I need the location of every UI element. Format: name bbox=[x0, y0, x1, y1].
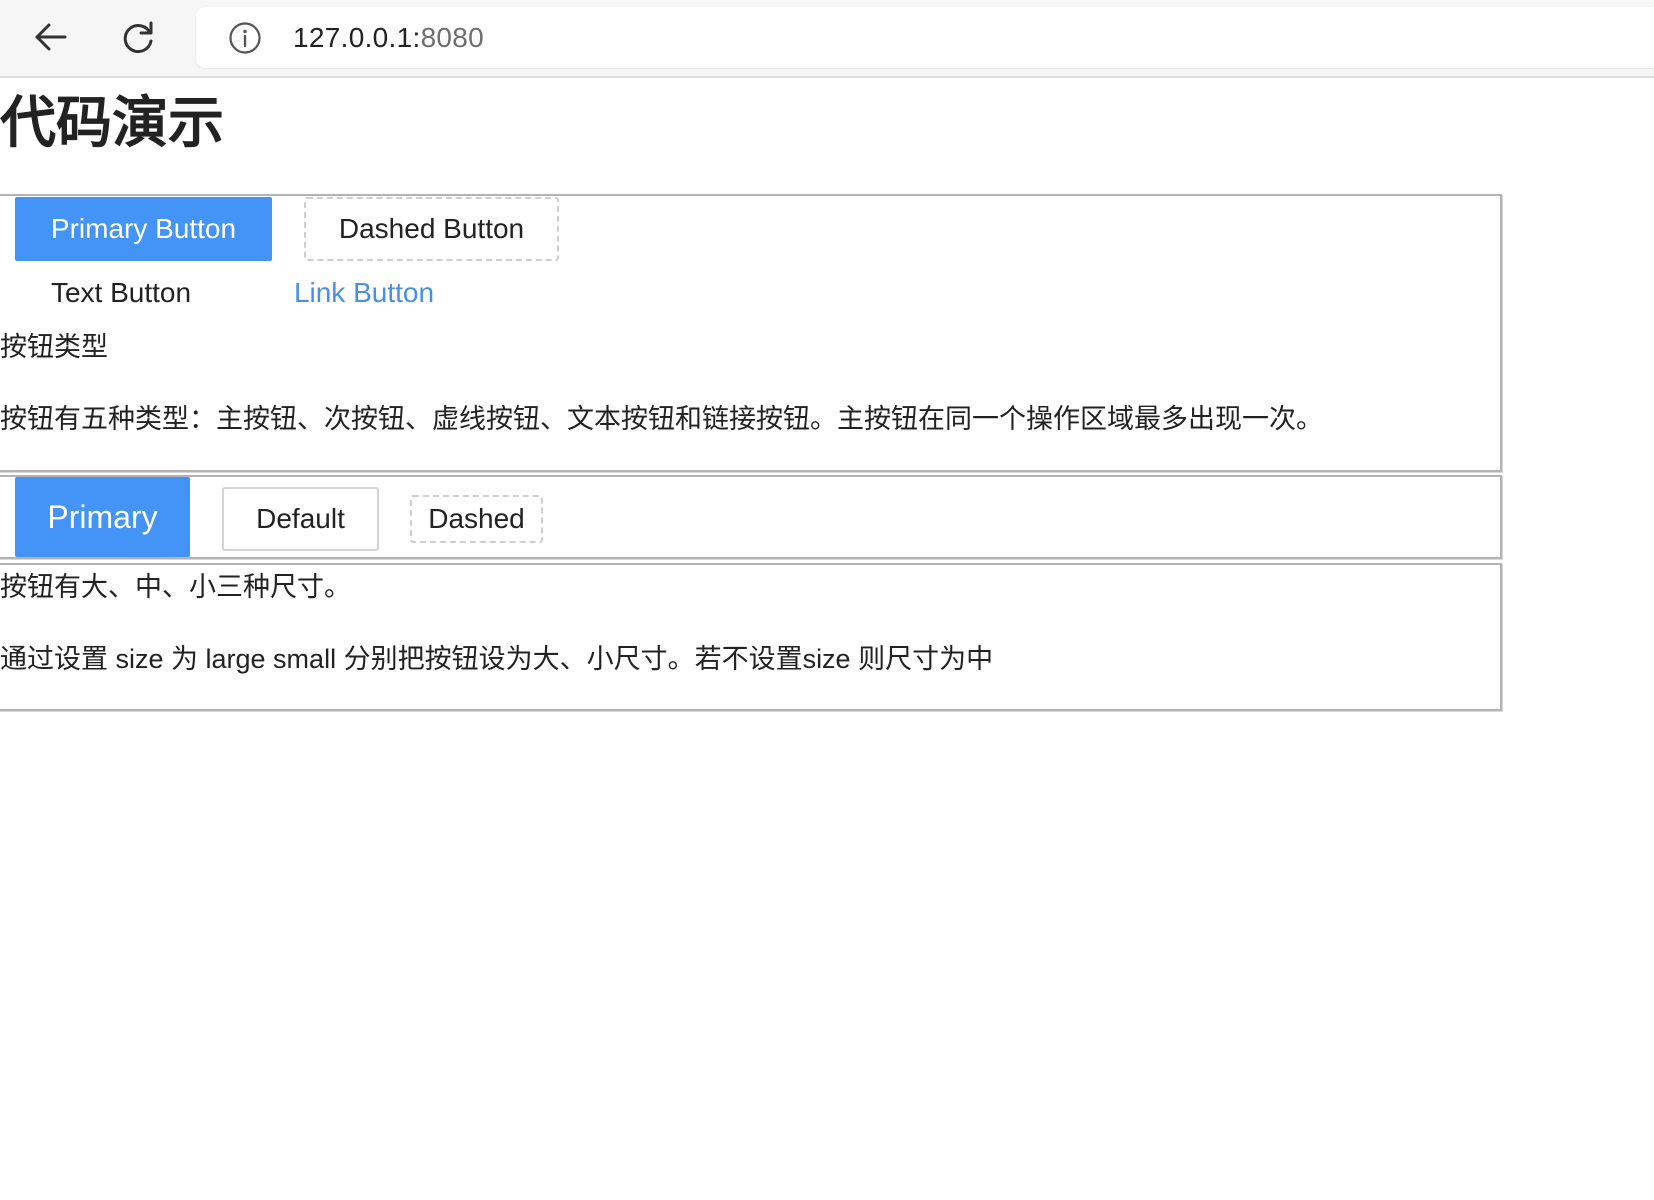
primary-button[interactable]: Primary Button bbox=[15, 197, 272, 261]
info-icon[interactable] bbox=[228, 21, 262, 55]
primary-large-button[interactable]: Primary bbox=[15, 477, 190, 557]
page-title: 代码演示 bbox=[0, 91, 224, 154]
button-types-title: 按钮类型 bbox=[0, 332, 108, 362]
address-bar[interactable]: 127.0.0.1:8080 bbox=[196, 7, 1654, 68]
url-text[interactable]: 127.0.0.1:8080 bbox=[293, 21, 484, 55]
dashed-button[interactable]: Dashed Button bbox=[304, 197, 559, 261]
url-port: 8080 bbox=[420, 22, 485, 53]
dashed-small-button[interactable]: Dashed bbox=[410, 495, 543, 543]
url-host: 127.0.0.1: bbox=[293, 22, 421, 53]
default-button[interactable]: Default bbox=[222, 487, 379, 551]
reload-icon[interactable] bbox=[119, 17, 159, 57]
button-sizes-description: 通过设置 size 为 large small 分别把按钮设为大、小尺寸。若不设… bbox=[0, 644, 994, 674]
back-arrow-icon[interactable] bbox=[31, 17, 71, 57]
link-button[interactable]: Link Button bbox=[276, 267, 452, 319]
button-sizes-title: 按钮有大、中、小三种尺寸。 bbox=[0, 572, 351, 602]
button-types-description: 按钮有五种类型：主按钮、次按钮、虚线按钮、文本按钮和链接按钮。主按钮在同一个操作… bbox=[0, 404, 1323, 434]
text-button[interactable]: Text Button bbox=[30, 267, 212, 319]
browser-toolbar: 127.0.0.1:8080 bbox=[0, 0, 1654, 78]
